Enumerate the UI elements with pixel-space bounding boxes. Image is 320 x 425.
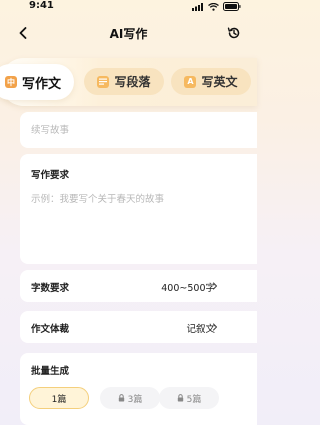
batch-option-5[interactable]: 5篇 — [159, 387, 219, 409]
battery-icon — [223, 2, 241, 11]
status-time: 9:41 — [29, 0, 54, 11]
signal-icon — [192, 2, 203, 11]
batch-label: 批量生成 — [31, 366, 70, 377]
chevron-right-icon — [212, 282, 218, 290]
essay-style-label: 作文体裁 — [31, 324, 70, 335]
history-button[interactable] — [225, 24, 243, 42]
status-bar: 9:41 — [0, 0, 257, 16]
status-icons — [192, 2, 241, 11]
tab-english-label: 写英文 — [201, 75, 238, 89]
word-count-row[interactable]: 字数要求 400~500字 — [20, 270, 257, 302]
batch-option-5-label: 5篇 — [186, 394, 202, 405]
topic-input-placeholder: 续写故事 — [31, 125, 70, 136]
page-title: AI写作 — [109, 27, 148, 41]
chinese-char-icon: 中 — [4, 76, 17, 88]
topic-input-card[interactable]: 续写故事 — [20, 112, 257, 148]
essay-style-row[interactable]: 作文体裁 记叙文 — [20, 311, 257, 343]
tab-english[interactable]: A 写英文 — [171, 68, 251, 95]
nav-bar: AI写作 — [0, 20, 257, 46]
requirements-card[interactable]: 写作要求 示例：我要写个关于春天的故事 — [20, 154, 257, 264]
lock-icon — [177, 394, 183, 402]
tab-essay-label: 写作文 — [21, 76, 61, 92]
batch-generate-card: 批量生成 1篇 3篇 5篇 — [20, 353, 257, 425]
history-icon — [227, 27, 240, 39]
word-count-value: 400~500字 — [161, 283, 215, 294]
word-count-label: 字数要求 — [31, 283, 70, 294]
paragraph-icon — [97, 75, 110, 88]
writing-type-tabs: 中 写作文 写段落 A 写英文 — [0, 58, 257, 106]
batch-option-3[interactable]: 3篇 — [100, 387, 160, 409]
letter-a-icon: A — [184, 75, 197, 88]
chevron-right-icon — [212, 323, 218, 331]
tab-paragraph-label: 写段落 — [114, 75, 151, 89]
lock-icon — [118, 394, 124, 402]
wifi-icon — [208, 2, 219, 11]
batch-option-3-label: 3篇 — [127, 394, 143, 405]
tab-essay[interactable]: 中 写作文 — [0, 64, 74, 100]
batch-option-1[interactable]: 1篇 — [29, 387, 89, 409]
batch-option-1-label: 1篇 — [51, 394, 67, 405]
tab-paragraph[interactable]: 写段落 — [84, 68, 164, 95]
requirements-placeholder: 示例：我要写个关于春天的故事 — [31, 194, 165, 205]
requirements-label: 写作要求 — [31, 170, 70, 181]
